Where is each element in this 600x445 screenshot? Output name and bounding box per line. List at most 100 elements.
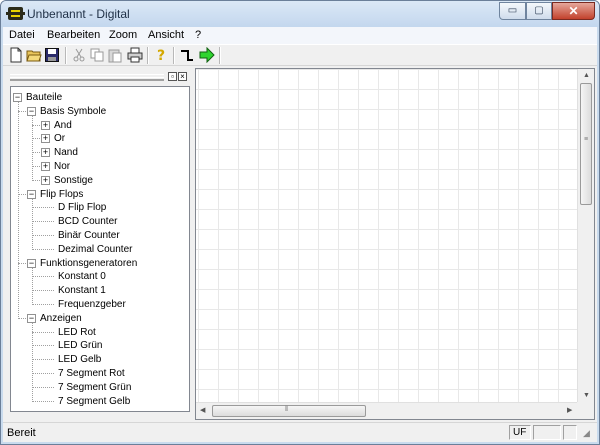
panel-grip[interactable] [10,77,164,81]
tree-collapse-icon[interactable]: − [27,258,36,268]
paste-icon[interactable] [107,47,123,63]
component-tree[interactable]: − Bauteile − Basis Symbole + And + Or + Nand + Nor +… [10,86,190,412]
canvas-grid[interactable] [196,69,577,404]
tree-expand-icon[interactable]: + [41,134,50,144]
vertical-scrollbar[interactable]: ▲ ≡ ▼ [577,69,594,404]
menu-bearbeiten[interactable]: Bearbeiten [47,29,100,41]
resize-grip-icon[interactable]: ◢ [583,428,590,439]
status-pane-2 [533,425,561,440]
tree-expand-icon[interactable]: + [41,148,50,158]
tree-connector [32,290,54,292]
tree-connector [32,248,54,250]
tree-connector [32,359,54,361]
toolbar-separator [65,47,67,64]
tree-item[interactable]: 7 Segment Grün [58,381,131,394]
toolbar-separator [219,47,221,64]
client-area: ▫ × − Bauteile − Basis Symbole + And + Or + Nand +… [3,66,597,422]
copy-icon[interactable] [89,47,105,63]
status-pane-3 [563,425,577,440]
svg-text:?: ? [157,48,165,63]
tree-connector [32,207,54,209]
wire-tool-icon[interactable] [179,47,195,63]
tree-item[interactable]: Frequenzgeber [58,298,126,311]
scroll-down-icon[interactable]: ▼ [583,392,590,399]
tree-expand-icon[interactable]: + [41,162,50,171]
tree-item[interactable]: Dezimal Counter [58,243,132,256]
app-chip-icon [6,7,25,20]
tree-root-bauteile[interactable]: Bauteile [26,91,62,104]
tree-group[interactable]: Flip Flops [40,188,83,201]
title-bar[interactable]: Unbenannt - Digital ▭ ▢ ✕ [1,1,599,27]
tree-expand-icon[interactable]: + [41,120,50,130]
minimize-icon: ▭ [507,5,518,16]
tree-collapse-icon[interactable]: − [27,189,36,199]
tree-connector [32,198,33,250]
tree-item[interactable]: Nand [54,146,78,159]
tree-item[interactable]: 7 Segment Gelb [58,395,130,408]
open-folder-icon[interactable] [26,47,42,63]
tree-item[interactable]: LED Grün [58,339,102,352]
vertical-scroll-thumb[interactable]: ≡ [580,83,592,205]
menu-zoom[interactable]: Zoom [109,29,137,41]
tree-group[interactable]: Anzeigen [40,312,82,325]
tree-expand-icon[interactable]: + [41,175,50,185]
tree-item[interactable]: And [54,119,72,132]
scroll-up-icon[interactable]: ▲ [583,72,590,79]
thumb-grip-icon: ≡ [584,136,589,143]
tree-item[interactable]: Or [54,132,65,145]
tree-group[interactable]: Funktionsgeneratoren [40,257,137,270]
horizontal-scroll-thumb[interactable]: ⦀ [212,405,366,417]
cut-scissors-icon[interactable] [71,47,87,63]
close-icon: ✕ [568,4,579,18]
tree-connector [32,386,54,388]
tree-connector [32,235,54,236]
horizontal-scrollbar[interactable]: ◀ ⦀ ▶ [196,402,577,419]
window-title: Unbenannt - Digital [27,7,130,21]
maximize-icon: ▢ [534,5,544,16]
help-question-icon[interactable]: ? [153,47,169,63]
print-icon[interactable] [127,47,143,63]
tree-collapse-icon[interactable]: − [27,106,36,116]
tree-item[interactable]: Sonstige [54,174,93,187]
tree-connector [32,322,33,402]
toolbar-separator [173,47,175,64]
close-button[interactable]: ✕ [552,2,595,20]
tree-connector [32,276,54,278]
tree-connector [32,400,54,402]
save-disk-icon[interactable] [44,47,60,63]
menu-help[interactable]: ? [195,29,201,41]
tree-collapse-icon[interactable]: − [13,93,22,102]
menu-ansicht[interactable]: Ansicht [148,29,184,41]
status-bar: Bereit UF ◢ [3,422,597,442]
menu-datei[interactable]: Datei [9,29,35,41]
tree-connector [18,102,19,319]
circuit-canvas[interactable]: ▲ ≡ ▼ ◀ ⦀ ▶ [195,68,595,420]
tree-item[interactable]: 7 Segment Rot [58,367,125,380]
maximize-button[interactable]: ▢ [526,2,552,20]
toolbar-separator [147,47,149,64]
tree-item[interactable]: Konstant 1 [58,284,106,297]
component-panel: ▫ × − Bauteile − Basis Symbole + And + Or + Nand +… [7,68,193,420]
new-document-icon[interactable] [8,47,24,63]
tree-item[interactable]: Binär Counter [58,229,120,242]
tree-item[interactable]: Nor [54,160,70,173]
menu-bar: Datei Bearbeiten Zoom Ansicht ? [3,27,597,44]
status-text: Bereit [7,427,36,439]
run-simulation-icon[interactable] [199,47,215,63]
tree-item[interactable]: Konstant 0 [58,270,106,283]
tree-item[interactable]: LED Gelb [58,353,101,366]
tree-item[interactable]: LED Rot [58,326,96,339]
scroll-left-icon[interactable]: ◀ [200,406,205,414]
panel-pin-button[interactable]: ▫ [168,72,177,81]
tree-group[interactable]: Basis Symbole [40,105,106,118]
panel-close-button[interactable]: × [178,72,187,81]
tree-connector [32,373,54,374]
minimize-button[interactable]: ▭ [499,2,526,20]
scroll-right-icon[interactable]: ▶ [567,406,572,414]
tree-connector [32,115,33,181]
tree-connector [32,304,54,305]
app-window: Unbenannt - Digital ▭ ▢ ✕ Datei Bearbeit… [0,0,600,445]
tree-collapse-icon[interactable]: − [27,313,36,323]
tree-item[interactable]: BCD Counter [58,215,117,228]
tree-item[interactable]: D Flip Flop [58,201,106,214]
